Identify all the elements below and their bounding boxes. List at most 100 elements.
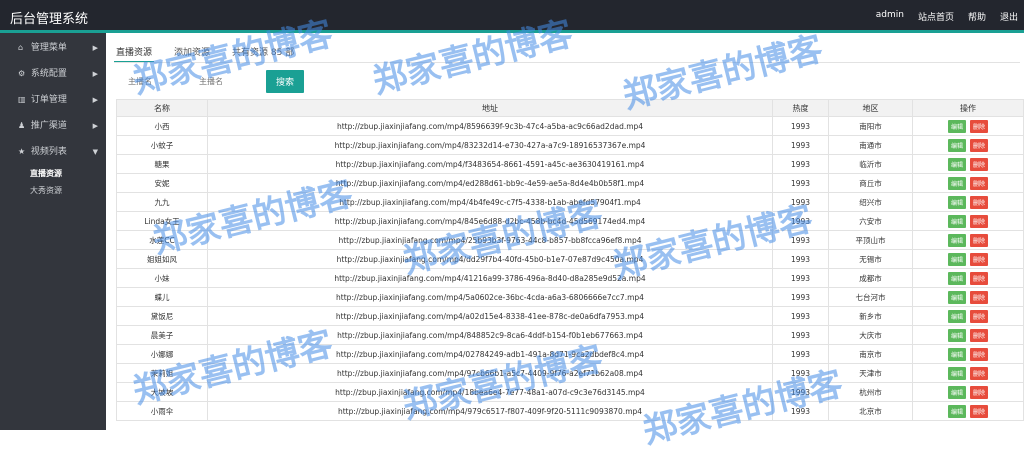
delete-button[interactable]: 删除 <box>970 252 989 266</box>
site-home-link[interactable]: 站点首页 <box>918 10 954 23</box>
cell-url: http://zbup.jiaxinjiafang.com/mp4/a02d15… <box>207 306 773 326</box>
delete-button[interactable]: 删除 <box>970 176 989 190</box>
cell-heat: 1993 <box>772 344 829 364</box>
edit-button[interactable]: 编辑 <box>947 195 966 209</box>
sidebar-item-menu[interactable]: ⌂ 管理菜单 ▶ <box>0 35 106 61</box>
sidebar-subitem-live[interactable]: 直播资源 <box>0 165 106 182</box>
edit-button[interactable]: 编辑 <box>947 233 966 247</box>
delete-button[interactable]: 删除 <box>970 404 989 418</box>
cell-actions: 编辑 删除 <box>912 306 1024 326</box>
tab-live-resources[interactable]: 直播资源 <box>114 43 155 63</box>
cell-heat: 1993 <box>772 192 829 212</box>
cell-name: 小妹 <box>116 268 208 288</box>
edit-button[interactable]: 编辑 <box>947 157 966 171</box>
edit-button[interactable]: 编辑 <box>947 119 966 133</box>
table-row: 小蚊子 http://zbup.jiaxinjiafang.com/mp4/832… <box>116 135 1024 155</box>
cell-region: 平顶山市 <box>828 230 913 250</box>
table-header-row: 名称 地址 热度 地区 操作 <box>116 99 1024 117</box>
cell-heat: 1993 <box>772 401 829 421</box>
sidebar-item-label: 管理菜单 <box>30 43 67 53</box>
sidebar-subitem-show[interactable]: 大秀资源 <box>0 182 106 199</box>
cell-actions: 编辑 删除 <box>912 287 1024 307</box>
cell-actions: 编辑 删除 <box>912 344 1024 364</box>
cell-actions: 编辑 删除 <box>912 154 1024 174</box>
delete-button[interactable]: 删除 <box>970 138 989 152</box>
delete-button[interactable]: 删除 <box>970 214 989 228</box>
sidebar-item-videos[interactable]: ★ 视频列表 ▼ <box>0 139 106 165</box>
delete-button[interactable]: 删除 <box>970 195 989 209</box>
star-icon: ★ <box>18 147 26 156</box>
edit-button[interactable]: 编辑 <box>947 366 966 380</box>
cell-heat: 1993 <box>772 249 829 269</box>
table-row: 姐姐如风 http://zbup.jiaxinjiafang.com/mp4/dd… <box>116 249 1024 269</box>
tab-add-resource[interactable]: 添加资源 <box>172 43 212 63</box>
edit-button[interactable]: 编辑 <box>947 385 966 399</box>
cell-heat: 1993 <box>772 382 829 402</box>
user-link[interactable]: admin <box>876 10 904 23</box>
chevron-right-icon: ▶ <box>92 96 98 104</box>
delete-button[interactable]: 删除 <box>970 366 989 380</box>
cell-region: 杭州市 <box>828 382 913 402</box>
sidebar-item-config[interactable]: ⚙ 系统配置 ▶ <box>0 61 106 87</box>
edit-button[interactable]: 编辑 <box>947 138 966 152</box>
edit-button[interactable]: 编辑 <box>947 328 966 342</box>
sidebar-item-label: 视频列表 <box>30 147 67 157</box>
delete-button[interactable]: 删除 <box>970 328 989 342</box>
cell-url: http://zbup.jiaxinjiafang.com/mp4/97cb66… <box>207 363 773 383</box>
sidebar-item-orders[interactable]: ▥ 订单管理 ▶ <box>0 87 106 113</box>
column-header-actions: 操作 <box>912 99 1024 117</box>
cell-actions: 编辑 删除 <box>912 401 1024 421</box>
cell-actions: 编辑 删除 <box>912 192 1024 212</box>
cell-region: 新乡市 <box>828 306 913 326</box>
cell-actions: 编辑 删除 <box>912 211 1024 231</box>
edit-button[interactable]: 编辑 <box>947 176 966 190</box>
delete-button[interactable]: 删除 <box>970 119 989 133</box>
help-link[interactable]: 帮助 <box>968 10 986 23</box>
sidebar-item-label: 系统配置 <box>30 69 67 79</box>
table-row: 小雨伞 http://zbup.jiaxinjiafang.com/mp4/979… <box>116 401 1024 421</box>
cell-region: 大庆市 <box>828 325 913 345</box>
edit-button[interactable]: 编辑 <box>947 252 966 266</box>
cell-url: http://zbup.jiaxinjiafang.com/mp4/027842… <box>207 344 773 364</box>
edit-button[interactable]: 编辑 <box>947 214 966 228</box>
table-row: 水莲CC http://zbup.jiaxinjiafang.com/mp4/25… <box>116 230 1024 250</box>
cell-actions: 编辑 删除 <box>912 249 1024 269</box>
cell-actions: 编辑 删除 <box>912 325 1024 345</box>
cell-name: 九九 <box>116 192 208 212</box>
cell-name: 蝶儿 <box>116 287 208 307</box>
cell-region: 成都市 <box>828 268 913 288</box>
logout-link[interactable]: 退出 <box>1000 10 1018 23</box>
delete-button[interactable]: 删除 <box>970 309 989 323</box>
table-row: 小西 http://zbup.jiaxinjiafang.com/mp4/8596… <box>116 116 1024 136</box>
delete-button[interactable]: 删除 <box>970 271 989 285</box>
cell-heat: 1993 <box>772 363 829 383</box>
edit-button[interactable]: 编辑 <box>947 271 966 285</box>
cell-region: 南通市 <box>828 135 913 155</box>
user-icon: ♟ <box>18 121 26 130</box>
edit-button[interactable]: 编辑 <box>947 347 966 361</box>
search-button[interactable]: 搜索 <box>266 70 305 93</box>
edit-button[interactable]: 编辑 <box>947 404 966 418</box>
search-input-secondary[interactable] <box>195 72 258 91</box>
chevron-right-icon: ▶ <box>92 44 98 52</box>
search-input[interactable] <box>124 72 187 91</box>
gear-icon: ⚙ <box>18 69 26 78</box>
edit-button[interactable]: 编辑 <box>947 290 966 304</box>
sidebar-item-channels[interactable]: ♟ 推广渠道 ▶ <box>0 113 106 139</box>
tab-total-count[interactable]: 共有资源 85 部 <box>230 43 296 63</box>
cell-name: 小娜娜 <box>116 344 208 364</box>
delete-button[interactable]: 删除 <box>970 347 989 361</box>
cell-actions: 编辑 删除 <box>912 268 1024 288</box>
cell-name: 茉莉姐 <box>116 363 208 383</box>
cell-region: 商丘市 <box>828 173 913 193</box>
table-row: 大坡坡 http://zbup.jiaxinjiafang.com/mp4/18b… <box>116 382 1024 402</box>
cell-name: 安妮 <box>116 173 208 193</box>
delete-button[interactable]: 删除 <box>970 233 989 247</box>
cell-url: http://zbup.jiaxinjiafang.com/mp4/f34836… <box>207 154 773 174</box>
cell-name: 小西 <box>116 116 208 136</box>
cell-heat: 1993 <box>772 116 829 136</box>
delete-button[interactable]: 删除 <box>970 157 989 171</box>
edit-button[interactable]: 编辑 <box>947 309 966 323</box>
delete-button[interactable]: 删除 <box>970 290 989 304</box>
delete-button[interactable]: 删除 <box>970 385 989 399</box>
